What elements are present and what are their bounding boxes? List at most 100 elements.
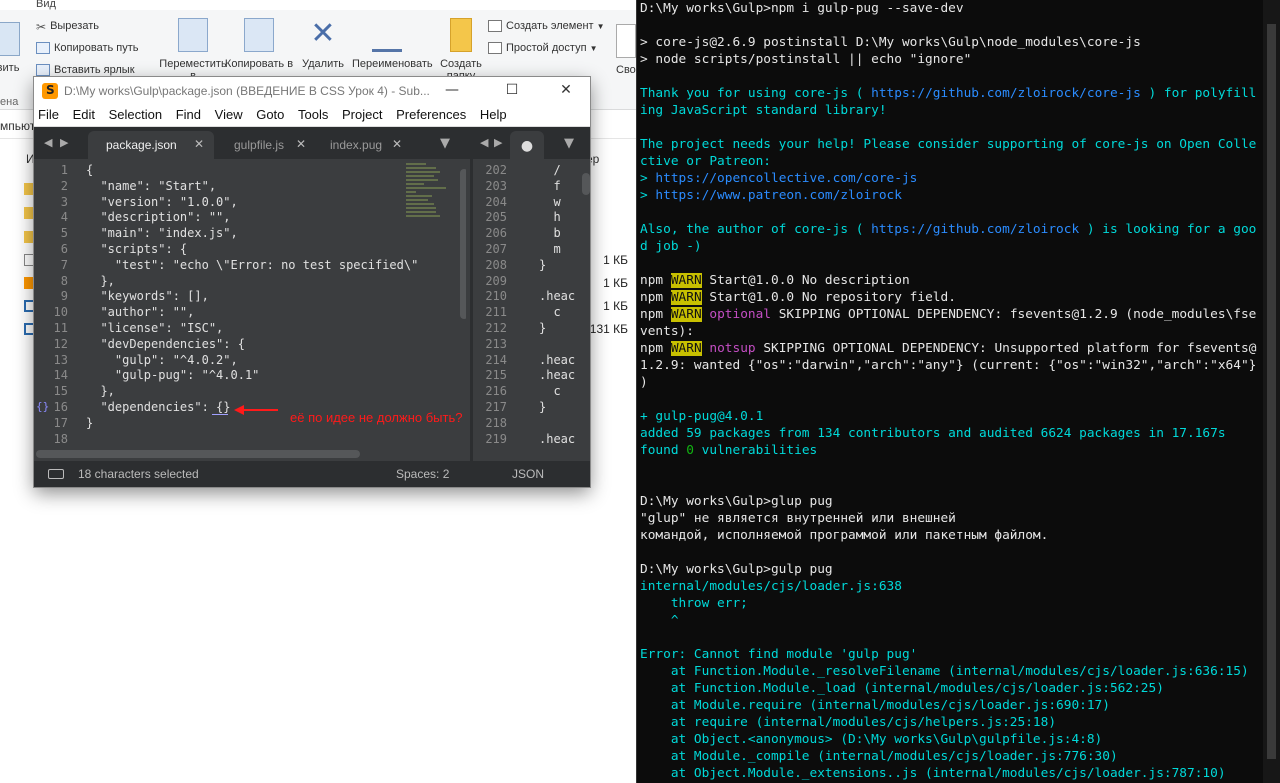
console-scrollbar-thumb[interactable] (1267, 24, 1276, 759)
cut-label: Вырезать (50, 20, 99, 32)
move-to-icon (178, 18, 208, 52)
vertical-scrollbar[interactable] (460, 169, 466, 319)
new-item-button[interactable]: Создать элемент ▼ (488, 20, 605, 33)
paste-shortcut-button[interactable]: Вставить ярлык (36, 64, 135, 77)
menu-file[interactable]: File (38, 105, 59, 125)
close-icon[interactable]: ✕ (296, 137, 306, 151)
easy-access-button[interactable]: Простой доступ ▼ (488, 42, 598, 55)
console-line: at Module.require (internal/modules/cjs/… (640, 697, 1256, 714)
tab-package-json[interactable]: package.json ✕ (88, 131, 214, 159)
rename-label: Переименовать (352, 58, 433, 70)
menu-find[interactable]: Find (176, 105, 201, 125)
console-text-segment: SKIPPING OPTIONAL DEPENDENCY: fsevents@1… (771, 307, 1257, 322)
code-line: "license": "ISC", (86, 320, 224, 335)
move-to-button[interactable]: Переместить в (158, 18, 228, 82)
new-folder-button[interactable]: Создать папку (426, 18, 496, 82)
copy-to-button[interactable]: Копировать в (224, 18, 294, 70)
menu-project[interactable]: Project (342, 105, 382, 125)
tab-gulpfile-js[interactable]: gulpfile.js ✕ (220, 131, 316, 159)
tab-unsaved[interactable]: ● (510, 131, 544, 159)
console-link[interactable]: https://github.com/zloirock/core-js (871, 86, 1141, 101)
console-line: Error: Cannot find module 'gulp pug' (640, 646, 1256, 663)
minimap[interactable] (406, 163, 452, 243)
code-line: / (539, 163, 561, 177)
copy-path-label: Копировать путь (54, 42, 139, 54)
tab-list-dropdown-icon[interactable]: ▼ (564, 136, 574, 151)
console-link[interactable]: https://github.com/zloirock (871, 222, 1079, 237)
tab-scroll-left-icon[interactable]: ◀ (44, 136, 52, 149)
ribbon-tab-view[interactable]: Вид (36, 0, 56, 10)
line-number: 11 (53, 320, 68, 335)
code-line: "name": "Start", (86, 178, 217, 193)
line-number: 212 (485, 320, 507, 335)
line-number: 18 (53, 431, 68, 446)
close-icon[interactable]: ✕ (392, 137, 402, 151)
editor-pane-right[interactable]: 202 203 204 205 206 207 208 209 210 211 212 213 214 2… (470, 159, 590, 461)
console-text-segment: > core-js@2.6.9 postinstall D:\My works\… (640, 35, 1141, 50)
menu-tools[interactable]: Tools (298, 105, 328, 125)
status-syntax[interactable]: JSON (512, 467, 544, 481)
paste-button[interactable]: авить (0, 22, 40, 74)
panel-toggle-icon[interactable] (48, 469, 64, 479)
console-line: added 59 packages from 134 contributors … (640, 425, 1256, 442)
close-button[interactable]: ✕ (544, 80, 588, 102)
tab-scroll-right-icon[interactable]: ▶ (494, 136, 502, 149)
line-number: 4 (60, 210, 68, 225)
tab-index-pug[interactable]: index.pug ✕ (316, 131, 412, 159)
status-indentation[interactable]: Spaces: 2 (396, 467, 449, 481)
sublime-titlebar[interactable]: D:\My works\Gulp\package.json (ВВЕДЕНИЕ … (34, 77, 590, 105)
console-text-segment: > (640, 188, 656, 203)
console-text-segment: ^ (640, 613, 679, 628)
menu-goto[interactable]: Goto (256, 105, 284, 125)
console-text-segment: Also, the author of core-js ( (640, 222, 872, 237)
menu-edit[interactable]: Edit (73, 105, 95, 125)
line-number: 213 (485, 336, 507, 351)
menu-preferences[interactable]: Preferences (396, 105, 466, 125)
line-number: 207 (485, 241, 507, 256)
delete-button[interactable]: ✕ Удалить (288, 18, 358, 71)
console-line: npm WARN Start@1.0.0 No description (640, 272, 1256, 289)
console-text-segment: at require (internal/modules/cjs/helpers… (640, 715, 1057, 730)
console-scrollbar[interactable] (1263, 0, 1280, 783)
horizontal-scrollbar[interactable] (36, 450, 360, 458)
code-text[interactable]: / f w h b m} .heac c} .heac .heac c} .hea… (539, 163, 575, 447)
close-icon[interactable]: ✕ (194, 137, 204, 151)
console-line: D:\My works\Gulp>npm i gulp-pug --save-d… (640, 0, 1256, 17)
console-text-segment: D:\My works\Gulp>npm i gulp-pug --save-d… (640, 1, 964, 16)
line-number: 17 (53, 415, 68, 430)
console-line: командой, исполняемой программой или пак… (640, 527, 1256, 544)
menu-selection[interactable]: Selection (109, 105, 162, 125)
console-text-segment: Thank you for using core-js ( (640, 86, 872, 101)
console-text-segment: at Object.Module._extensions..js (intern… (640, 766, 1226, 781)
code-line: "gulp-pug": "^4.0.1" (86, 368, 260, 383)
tab-scroll-right-icon[interactable]: ▶ (60, 136, 68, 149)
console-link[interactable]: https://opencollective.com/core-js (655, 171, 917, 186)
minimize-button[interactable]: — (430, 80, 474, 102)
menu-view[interactable]: View (215, 105, 243, 125)
console-line: at Module._compile (internal/modules/cjs… (640, 748, 1256, 765)
copy-path-button[interactable]: Копировать путь (36, 42, 139, 55)
line-number: 3 (60, 194, 68, 209)
tab-scroll-left-icon[interactable]: ◀ (480, 136, 488, 149)
cut-button[interactable]: ✂ Вырезать (36, 20, 99, 34)
rename-button[interactable]: Переименовать (352, 18, 433, 70)
code-line: m (539, 241, 561, 256)
menu-help[interactable]: Help (480, 105, 507, 125)
console-line: D:\My works\Gulp>glup pug (640, 493, 1256, 510)
properties-button[interactable]: Свой (600, 24, 640, 76)
console-text-segment: > (640, 171, 656, 186)
maximize-button[interactable]: ☐ (490, 80, 534, 102)
command-prompt-window[interactable]: D:\My works\Gulp>npm i gulp-pug --save-d… (636, 0, 1280, 783)
tab-list-dropdown-icon[interactable]: ▼ (440, 136, 450, 151)
warn-badge: WARN (670, 341, 702, 356)
line-number-gutter: 202 203 204 205 206 207 208 209 210 211 212 213 214 2… (477, 163, 507, 447)
console-output[interactable]: D:\My works\Gulp>npm i gulp-pug --save-d… (640, 0, 1256, 782)
tab-label: package.json (106, 138, 177, 152)
vertical-scrollbar[interactable] (582, 173, 590, 195)
console-link[interactable]: https://www.patreon.com/zloirock (655, 188, 902, 203)
console-text-segment: at Object.<anonymous> (D:\My works\Gulp\… (640, 732, 1103, 747)
bracket-gutter-icon: {} (36, 400, 50, 413)
